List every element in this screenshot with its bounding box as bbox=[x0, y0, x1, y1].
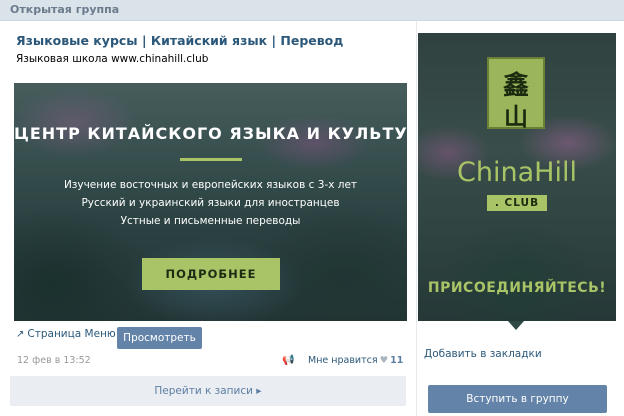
add-bookmark-link[interactable]: Добавить в закладки bbox=[424, 348, 542, 360]
group-avatar[interactable]: 鑫 山 ChinaHill . CLUB ПРИСОЕДИНЯЙТЕСЬ! bbox=[418, 33, 616, 321]
wiki-page-link[interactable]: ↗ Страница Меню bbox=[16, 328, 116, 340]
banner-title: ЦЕНТР КИТАЙСКОГО ЯЗЫКА И КУЛЬТУРЫ bbox=[14, 124, 407, 143]
megaphone-icon[interactable]: 📢 bbox=[282, 355, 294, 366]
wiki-page-label: Страница Меню bbox=[27, 328, 116, 340]
banner-line-3: Устные и письменные переводы bbox=[120, 215, 301, 227]
avatar-pointer bbox=[508, 321, 524, 330]
banner-line-1: Изучение восточных и европейских языков … bbox=[63, 179, 358, 191]
seal-char-2: 山 bbox=[504, 102, 528, 131]
wiki-banner[interactable]: ЦЕНТР КИТАЙСКОГО ЯЗЫКА И КУЛЬТУРЫ Изучен… bbox=[14, 83, 407, 321]
brand-name: ChinaHill bbox=[457, 157, 577, 188]
group-type-label: Открытая группа bbox=[10, 3, 120, 16]
post-date[interactable]: 12 фев в 13:52 bbox=[17, 355, 91, 366]
main-column: Языковые курсы | Китайский язык | Перево… bbox=[0, 21, 416, 416]
banner-line-2: Русский и украинский языки для иностранц… bbox=[81, 197, 340, 209]
heart-icon: ♥ bbox=[379, 355, 389, 366]
like-label: Мне нравится bbox=[308, 355, 378, 366]
group-title: Языковые курсы | Китайский язык | Перево… bbox=[16, 33, 344, 48]
join-call-to-action: ПРИСОЕДИНЯЙТЕСЬ! bbox=[427, 280, 607, 296]
goto-post-button[interactable]: Перейти к записи ▸ bbox=[10, 376, 406, 406]
chinese-seal-logo: 鑫 山 bbox=[487, 57, 545, 131]
like-button[interactable]: Мне нравится ♥ 11 bbox=[308, 355, 403, 366]
link-arrow-icon: ↗ bbox=[16, 329, 25, 340]
group-type-bar: Открытая группа bbox=[0, 0, 624, 21]
sidebar: 鑫 山 ChinaHill . CLUB ПРИСОЕДИНЯЙТЕСЬ! До… bbox=[416, 21, 624, 416]
join-group-button[interactable]: Вступить в группу bbox=[428, 385, 607, 413]
group-status[interactable]: Языковая школа www.chinahill.club bbox=[16, 53, 208, 65]
brand-club-tag: . CLUB bbox=[487, 195, 547, 211]
view-button[interactable]: Просмотреть bbox=[117, 327, 202, 349]
like-count: 11 bbox=[390, 355, 404, 366]
banner-divider bbox=[180, 158, 242, 161]
more-button[interactable]: ПОДРОБНЕЕ bbox=[142, 258, 280, 290]
